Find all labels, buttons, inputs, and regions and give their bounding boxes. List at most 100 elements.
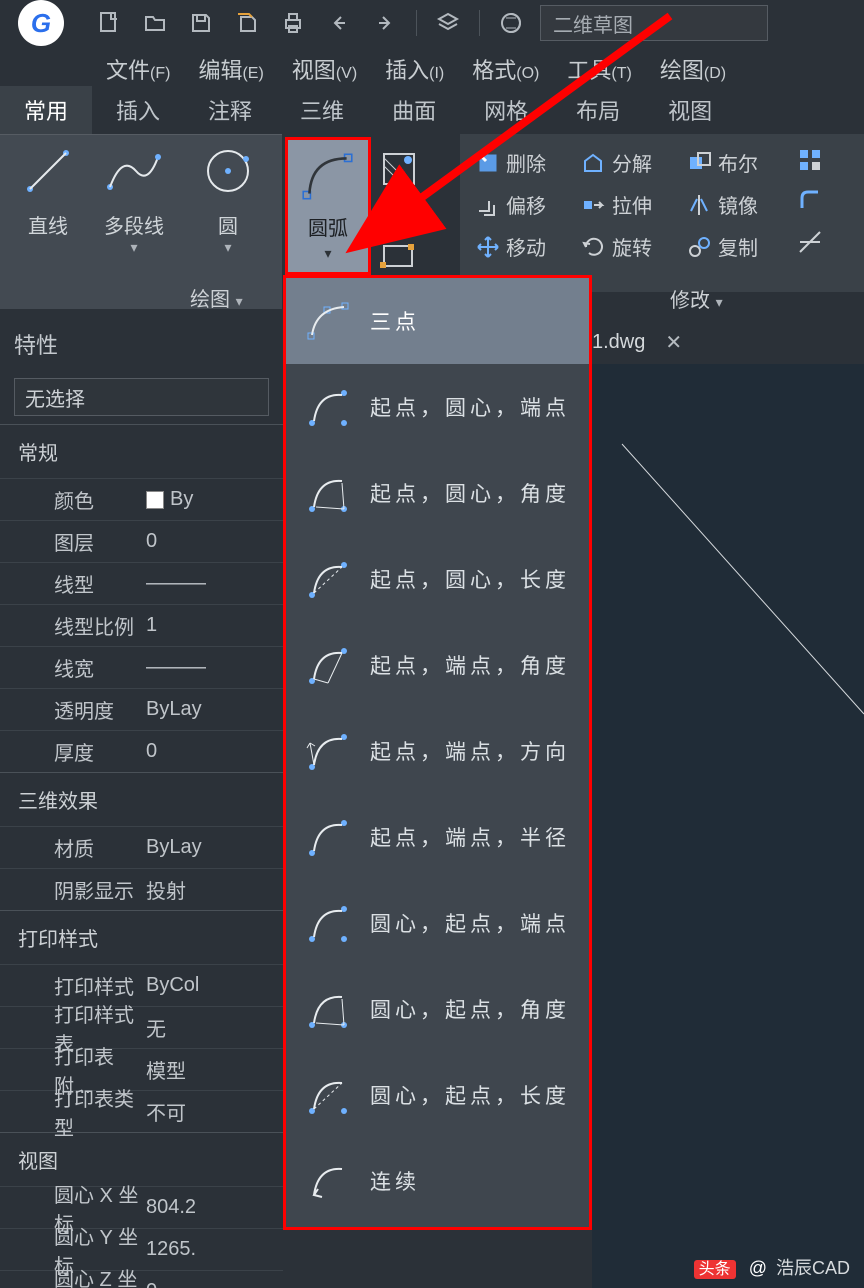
arc-dropdown: 三点 起点，圆心，端点 起点，圆心，角度 起点，圆心，长度 起点，端点，角度 起…: [283, 275, 592, 1230]
arc-sed-label: 起点，端点，方向: [370, 736, 570, 766]
tab-view[interactable]: 视图: [644, 86, 736, 134]
ellipse-icon[interactable]: [378, 192, 422, 236]
arc-3points-label: 三点: [370, 306, 420, 336]
watermark-badge: 头条: [694, 1260, 736, 1279]
copy-button[interactable]: 复制: [688, 232, 758, 261]
arc-3points[interactable]: 三点: [286, 278, 589, 364]
offset-button[interactable]: 偏移: [476, 190, 546, 219]
prop-ltscale[interactable]: 线型比例1: [0, 604, 283, 646]
arc-continue-label: 连续: [370, 1166, 420, 1196]
stretch-button[interactable]: 拉伸: [582, 190, 652, 219]
chevron-down-icon: ▾: [198, 239, 258, 256]
arc-csa[interactable]: 圆心，起点，角度: [286, 966, 589, 1052]
prop-transparency[interactable]: 透明度ByLay: [0, 688, 283, 730]
arc-scl[interactable]: 起点，圆心，长度: [286, 536, 589, 622]
app-logo: G: [18, 0, 64, 46]
workspace-select[interactable]: 二维草图: [540, 5, 768, 41]
tab-mesh[interactable]: 网格: [460, 86, 552, 134]
tab-surface[interactable]: 曲面: [368, 86, 460, 134]
line-button[interactable]: 直线: [16, 143, 80, 239]
undo-icon[interactable]: [322, 6, 356, 40]
modify-panel-label: 修改 ▾: [670, 284, 723, 313]
prop-color[interactable]: 颜色By: [0, 478, 283, 520]
arc-ser[interactable]: 起点，端点，半径: [286, 794, 589, 880]
prop-pstyletype[interactable]: 打印表类型不可: [0, 1090, 283, 1132]
arc-sea[interactable]: 起点，端点，角度: [286, 622, 589, 708]
circle-label: 圆: [198, 210, 258, 239]
prop-cz[interactable]: 圆心 Z 坐标0: [0, 1270, 283, 1288]
arc-cse-label: 圆心，起点，端点: [370, 908, 570, 938]
tab-3d[interactable]: 三维: [276, 86, 368, 134]
saveall-icon[interactable]: [230, 6, 264, 40]
tab-layout[interactable]: 布局: [552, 86, 644, 134]
menu-tools[interactable]: 工具(T): [561, 53, 637, 85]
explode-button[interactable]: 分解: [582, 148, 652, 177]
menu-view[interactable]: 视图(V): [286, 53, 363, 85]
arc-sce-label: 起点，圆心，端点: [370, 392, 570, 422]
layers-icon[interactable]: [431, 6, 465, 40]
chevron-down-icon: ▾: [324, 245, 331, 262]
trim-icon[interactable]: [798, 230, 824, 256]
watermark-name: 浩辰CAD: [776, 1258, 850, 1278]
tab-insert[interactable]: 插入: [92, 86, 184, 134]
hatch-icon[interactable]: [378, 148, 422, 192]
circle-button[interactable]: 圆 ▾: [198, 143, 258, 256]
ribbon-tabs: 常用 插入 注释 三维 曲面 网格 布局 视图: [0, 92, 736, 134]
mirror-button[interactable]: 镜像: [688, 190, 758, 219]
prop-lineweight[interactable]: 线宽———: [0, 646, 283, 688]
help-icon[interactable]: [494, 6, 528, 40]
arc-cse[interactable]: 圆心，起点，端点: [286, 880, 589, 966]
close-icon[interactable]: ✕: [665, 330, 682, 355]
prop-material[interactable]: 材质ByLay: [0, 826, 283, 868]
delete-button[interactable]: 删除: [476, 148, 546, 177]
save-icon[interactable]: [184, 6, 218, 40]
menu-file[interactable]: 文件(F): [100, 53, 176, 85]
line-label: 直线: [16, 210, 80, 239]
redo-icon[interactable]: [368, 6, 402, 40]
arc-continue[interactable]: 连续: [286, 1138, 589, 1224]
prop-linetype[interactable]: 线型———: [0, 562, 283, 604]
arc-csl[interactable]: 圆心，起点，长度: [286, 1052, 589, 1138]
watermark: 头条 @ 浩辰CAD: [694, 1254, 850, 1280]
fillet-icon[interactable]: [798, 188, 824, 214]
selection-dropdown[interactable]: 无选择: [14, 378, 269, 416]
arc-sca[interactable]: 起点，圆心，角度: [286, 450, 589, 536]
tab-annotate[interactable]: 注释: [184, 86, 276, 134]
arc-sca-label: 起点，圆心，角度: [370, 478, 570, 508]
document-tab[interactable]: 1.dwg ✕: [592, 324, 682, 360]
arc-scl-label: 起点，圆心，长度: [370, 564, 570, 594]
arc-csa-label: 圆心，起点，角度: [370, 994, 570, 1024]
group-3d[interactable]: 三维效果: [0, 772, 283, 826]
prop-shadow[interactable]: 阴影显示投射: [0, 868, 283, 910]
menu-format[interactable]: 格式(O): [466, 53, 545, 85]
workspace-label: 二维草图: [553, 9, 633, 38]
menu-insert[interactable]: 插入(I): [379, 53, 450, 85]
arc-ser-label: 起点，端点，半径: [370, 822, 570, 852]
polyline-button[interactable]: 多段线 ▾: [94, 143, 174, 256]
print-icon[interactable]: [276, 6, 310, 40]
rectangle-icon[interactable]: [378, 236, 422, 280]
draw-panel-label: 绘图 ▾: [190, 283, 243, 312]
new-icon[interactable]: [92, 6, 126, 40]
prop-layer[interactable]: 图层0: [0, 520, 283, 562]
arc-sce[interactable]: 起点，圆心，端点: [286, 364, 589, 450]
tab-home[interactable]: 常用: [0, 86, 92, 134]
group-print[interactable]: 打印样式: [0, 910, 283, 964]
grid-icon[interactable]: [798, 148, 824, 174]
rotate-button[interactable]: 旋转: [582, 232, 652, 261]
group-general[interactable]: 常规: [0, 424, 283, 478]
arc-button[interactable]: 圆弧 ▾: [285, 137, 371, 275]
arc-sea-label: 起点，端点，角度: [370, 650, 570, 680]
prop-thickness[interactable]: 厚度0: [0, 730, 283, 772]
arc-sed[interactable]: 起点，端点，方向: [286, 708, 589, 794]
menu-draw[interactable]: 绘图(D): [654, 53, 732, 85]
chevron-down-icon: ▾: [94, 239, 174, 256]
drawing-canvas[interactable]: [592, 364, 864, 1288]
arc-label: 圆弧: [308, 212, 348, 241]
move-button[interactable]: 移动: [476, 232, 546, 261]
menu-edit[interactable]: 编辑(E): [192, 53, 269, 85]
polyline-label: 多段线: [94, 210, 174, 239]
open-icon[interactable]: [138, 6, 172, 40]
arc-csl-label: 圆心，起点，长度: [370, 1080, 570, 1110]
bool-button[interactable]: 布尔: [688, 148, 758, 177]
